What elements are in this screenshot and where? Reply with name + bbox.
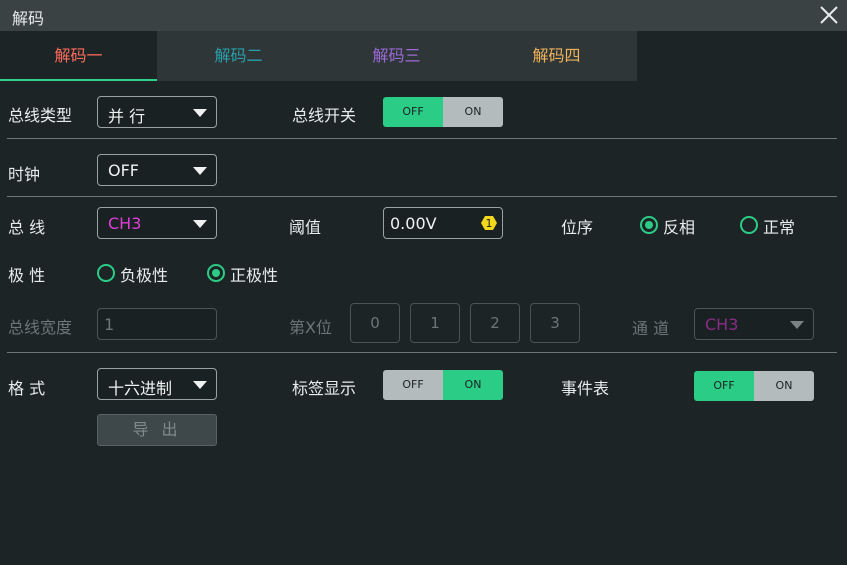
bus-label: 总 线 xyxy=(8,218,46,237)
radio-label: 正常 xyxy=(763,218,796,237)
bus-type-label: 总线类型 xyxy=(8,106,73,125)
format-label: 格 式 xyxy=(8,379,46,398)
toggle-on-segment: ON xyxy=(443,97,503,127)
radio-bit-order-inverted[interactable]: 反相 xyxy=(640,214,700,237)
channel-select: CH3 xyxy=(694,308,814,340)
bus-type-value: 并 行 xyxy=(108,107,146,126)
chevron-down-icon xyxy=(193,109,207,117)
bit-button-3: 3 xyxy=(530,303,580,343)
label-display-toggle[interactable]: OFF ON xyxy=(383,370,503,400)
export-button: 导 出 xyxy=(97,414,217,446)
chevron-down-icon xyxy=(193,220,207,228)
bit-button-1: 1 xyxy=(410,303,460,343)
divider xyxy=(7,352,837,353)
bit-button-0: 0 xyxy=(350,303,400,343)
label-display-label: 标签显示 xyxy=(292,379,357,398)
chevron-down-icon xyxy=(193,167,207,175)
format-value: 十六进制 xyxy=(108,379,173,398)
radio-selected-icon xyxy=(640,216,658,234)
radio-label: 正极性 xyxy=(230,266,279,285)
toggle-off-segment: OFF xyxy=(383,97,443,127)
bus-switch-label: 总线开关 xyxy=(292,106,357,125)
tab-label: 解码二 xyxy=(214,46,263,65)
radio-unselected-icon xyxy=(97,264,115,282)
toggle-off-segment: OFF xyxy=(383,370,443,400)
tab-decode-4[interactable]: 解码四 xyxy=(478,31,635,81)
tab-label: 解码三 xyxy=(372,46,421,65)
bit-button-2: 2 xyxy=(470,303,520,343)
toggle-off-segment: OFF xyxy=(694,371,754,401)
bus-select[interactable]: CH3 xyxy=(97,207,217,239)
toggle-on-segment: ON xyxy=(754,371,814,401)
decoder-tabs: 解码一 解码二 解码三 解码四 xyxy=(0,31,637,81)
bus-width-label: 总线宽度 xyxy=(8,318,73,337)
bus-value: CH3 xyxy=(108,214,142,233)
tab-label: 解码四 xyxy=(532,46,581,65)
channel-value: CH3 xyxy=(705,315,739,334)
channel-label: 通 道 xyxy=(632,319,670,338)
clock-label: 时钟 xyxy=(8,165,41,184)
clock-select[interactable]: OFF xyxy=(97,154,217,186)
chevron-down-icon xyxy=(790,321,804,329)
threshold-label: 阈值 xyxy=(289,218,322,237)
tab-decode-2[interactable]: 解码二 xyxy=(160,31,317,81)
chevron-down-icon xyxy=(193,381,207,389)
event-table-label: 事件表 xyxy=(561,379,610,398)
tab-label: 解码一 xyxy=(54,46,103,65)
bus-switch-toggle[interactable]: OFF ON xyxy=(383,97,503,127)
radio-label: 反相 xyxy=(663,218,696,237)
divider xyxy=(7,138,837,139)
title-bar: 解码 xyxy=(0,0,847,31)
knob-number: 1 xyxy=(486,217,493,230)
bus-width-value: 1 xyxy=(104,315,115,334)
radio-bit-order-normal[interactable]: 正常 xyxy=(740,214,800,237)
polarity-label: 极 性 xyxy=(8,266,46,285)
tab-decode-3[interactable]: 解码三 xyxy=(318,31,475,81)
event-table-toggle[interactable]: OFF ON xyxy=(694,371,814,401)
bit-x-label: 第X位 xyxy=(289,318,332,337)
radio-polarity-positive[interactable]: 正极性 xyxy=(207,262,279,285)
threshold-value: 0.00V xyxy=(390,214,437,233)
bus-width-input: 1 xyxy=(97,308,217,340)
radio-selected-icon xyxy=(207,264,225,282)
toggle-on-segment: ON xyxy=(443,370,503,400)
threshold-input[interactable]: 0.00V 1 xyxy=(383,207,503,239)
clock-value: OFF xyxy=(108,161,139,180)
radio-unselected-icon xyxy=(740,216,758,234)
bus-type-select[interactable]: 并 行 xyxy=(97,96,217,128)
window-title: 解码 xyxy=(12,9,45,28)
tab-decode-1[interactable]: 解码一 xyxy=(0,31,157,81)
radio-polarity-negative[interactable]: 负极性 xyxy=(97,262,169,285)
close-icon[interactable] xyxy=(817,3,841,27)
knob-hex-icon: 1 xyxy=(481,216,497,230)
bit-order-label: 位序 xyxy=(561,218,594,237)
radio-label: 负极性 xyxy=(120,266,169,285)
format-select[interactable]: 十六进制 xyxy=(97,368,217,400)
divider xyxy=(7,196,837,197)
